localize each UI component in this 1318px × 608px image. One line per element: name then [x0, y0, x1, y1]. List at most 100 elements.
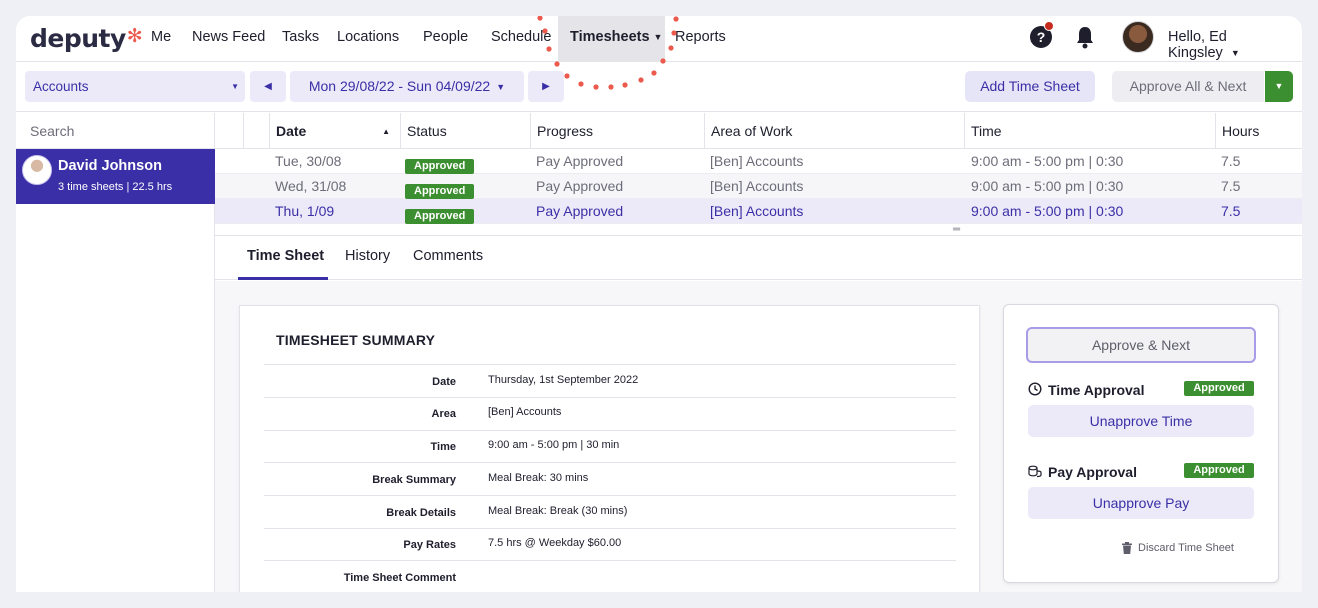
cell-date: Wed, 31/08: [275, 178, 347, 194]
column-time[interactable]: Time: [964, 113, 1215, 149]
location-select-value: Accounts: [33, 79, 89, 94]
status-badge: Approved: [405, 184, 475, 199]
cell-area: [Ben] Accounts: [710, 153, 804, 169]
table-row[interactable]: Wed, 31/08 Approved Pay Approved [Ben] A…: [215, 174, 1302, 199]
trash-icon: [1122, 542, 1132, 554]
divider: [264, 528, 956, 529]
employee-list-panel: Search David Johnson 3 time sheets | 22.…: [16, 113, 215, 592]
employee-name: David Johnson: [58, 158, 162, 174]
unapprove-time-button[interactable]: Unapprove Time: [1028, 405, 1254, 437]
summary-label-break-summary: Break Summary: [372, 474, 456, 486]
deputy-logo[interactable]: deputy✻: [30, 24, 143, 53]
resize-handle-icon[interactable]: ═: [953, 224, 960, 235]
bell-icon[interactable]: [1074, 25, 1096, 49]
divider: [264, 560, 956, 561]
expand-column-header: [243, 113, 269, 149]
cell-time: 9:00 am - 5:00 pm | 0:30: [971, 153, 1124, 169]
summary-label-area: Area: [431, 408, 456, 420]
cell-time: 9:00 am - 5:00 pm | 0:30: [971, 203, 1124, 219]
previous-week-button[interactable]: ◀: [250, 71, 286, 102]
cell-status: Approved: [405, 199, 475, 224]
divider: [264, 495, 956, 496]
active-tab-indicator: [238, 277, 328, 280]
tab-history[interactable]: History: [345, 248, 390, 264]
detail-tabs: Time Sheet History Comments: [215, 235, 1302, 280]
clock-icon: [1028, 382, 1042, 396]
summary-value-break-summary: Meal Break: 30 mins: [488, 472, 589, 484]
employee-search-input[interactable]: Search: [16, 113, 214, 149]
summary-title: TIMESHEET SUMMARY: [276, 332, 436, 348]
chevron-down-icon: ▼: [231, 82, 239, 91]
column-status[interactable]: Status: [400, 113, 530, 149]
divider: [264, 397, 956, 398]
cell-area: [Ben] Accounts: [710, 178, 804, 194]
cell-hours: 7.5: [1221, 203, 1241, 219]
summary-value-area: [Ben] Accounts: [488, 406, 562, 418]
summary-label-pay-rates: Pay Rates: [403, 539, 456, 551]
nav-locations[interactable]: Locations: [337, 16, 399, 62]
status-badge: Approved: [405, 209, 475, 224]
cell-date: Thu, 1/09: [275, 203, 335, 219]
summary-value-pay-rates: 7.5 hrs @ Weekday $60.00: [488, 537, 622, 549]
chevron-left-icon: ◀: [264, 81, 272, 92]
timesheet-summary-card: TIMESHEET SUMMARY Date Thursday, 1st Sep…: [239, 305, 980, 592]
approval-panel: Approve & Next Time Approval Approved Un…: [1003, 304, 1279, 583]
cell-progress: Pay Approved: [536, 153, 624, 169]
date-range-label: Mon 29/08/22 - Sun 04/09/22: [308, 78, 491, 94]
time-approval-status-badge: Approved: [1184, 381, 1254, 396]
coins-icon: [1028, 465, 1042, 478]
notification-dot: [1044, 21, 1054, 31]
discard-time-sheet-link[interactable]: Discard Time Sheet: [1138, 542, 1234, 554]
cell-progress: Pay Approved: [536, 178, 624, 194]
time-approval-title: Time Approval: [1048, 382, 1145, 398]
chevron-down-icon: ▼: [1274, 81, 1284, 91]
employee-list-item[interactable]: David Johnson 3 time sheets | 22.5 hrs: [16, 149, 215, 204]
nav-tasks[interactable]: Tasks: [282, 16, 319, 62]
pay-approval-status-badge: Approved: [1184, 463, 1254, 478]
logo-mark: ✻: [126, 25, 143, 47]
divider: [264, 430, 956, 431]
select-column-header[interactable]: [215, 113, 243, 149]
cell-area: [Ben] Accounts: [710, 203, 804, 219]
column-hours[interactable]: Hours: [1215, 113, 1302, 149]
table-row[interactable]: Tue, 30/08 Approved Pay Approved [Ben] A…: [215, 149, 1302, 174]
highlight-annotation: [537, 16, 679, 90]
column-date-label: Date: [276, 123, 307, 139]
approve-all-next-button[interactable]: Approve All & Next: [1112, 71, 1264, 102]
logo-text: deputy: [30, 24, 126, 53]
summary-value-break-details: Meal Break: Break (30 mins): [488, 505, 628, 517]
app-window: deputy✻ Me News Feed Tasks Locations Peo…: [16, 16, 1302, 592]
unapprove-pay-button[interactable]: Unapprove Pay: [1028, 487, 1254, 519]
tab-time-sheet[interactable]: Time Sheet: [247, 248, 324, 264]
divider: [264, 364, 956, 365]
user-avatar[interactable]: [1122, 21, 1154, 53]
approve-options-dropdown[interactable]: ▼: [1265, 71, 1293, 102]
summary-value-date: Thursday, 1st September 2022: [488, 374, 639, 386]
date-range-picker[interactable]: Mon 29/08/22 - Sun 04/09/22 ▼: [290, 71, 524, 102]
cell-hours: 7.5: [1221, 153, 1241, 169]
column-date[interactable]: Date ▲: [269, 113, 400, 149]
table-row-selected[interactable]: Thu, 1/09 Approved Pay Approved [Ben] Ac…: [215, 199, 1302, 224]
approve-next-button[interactable]: Approve & Next: [1026, 327, 1256, 363]
tab-comments[interactable]: Comments: [413, 248, 483, 264]
summary-label-break-details: Break Details: [386, 507, 456, 519]
summary-label-date: Date: [432, 376, 456, 388]
nav-me[interactable]: Me: [151, 16, 171, 62]
nav-people[interactable]: People: [423, 16, 468, 62]
divider: [264, 462, 956, 463]
column-progress[interactable]: Progress: [530, 113, 704, 149]
nav-news-feed[interactable]: News Feed: [192, 16, 265, 62]
add-time-sheet-button[interactable]: Add Time Sheet: [965, 71, 1095, 102]
location-select[interactable]: Accounts ▼: [25, 71, 245, 102]
cell-date: Tue, 30/08: [275, 153, 342, 169]
status-badge: Approved: [405, 159, 475, 174]
timesheet-table: Date ▲ Status Progress Area of Work Time …: [215, 113, 1302, 235]
user-greeting: Hello, Ed Kingsley: [1168, 29, 1227, 61]
summary-label-time: Time: [430, 441, 456, 453]
user-menu[interactable]: Hello, Ed Kingsley ▼: [1168, 29, 1302, 61]
cell-status: Approved: [405, 149, 475, 174]
cell-status: Approved: [405, 174, 475, 199]
table-header: Date ▲ Status Progress Area of Work Time …: [215, 113, 1302, 149]
cell-hours: 7.5: [1221, 178, 1241, 194]
column-area-of-work[interactable]: Area of Work: [704, 113, 964, 149]
